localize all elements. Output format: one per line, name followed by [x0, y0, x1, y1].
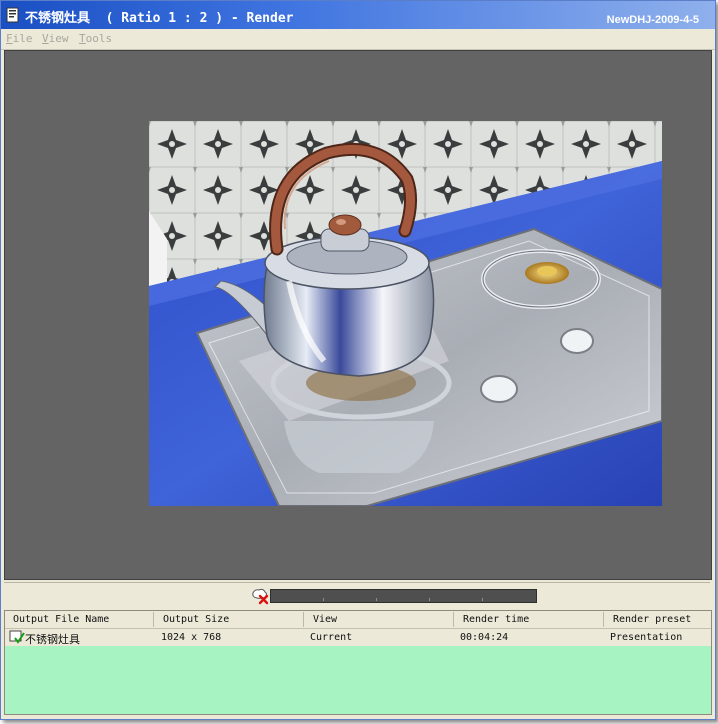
progress-fill — [271, 590, 536, 602]
cell-output-size: 1024 x 768 — [161, 632, 222, 643]
stop-render-icon[interactable] — [250, 587, 270, 605]
cell-view: Current — [310, 632, 353, 643]
render-progress-area — [4, 582, 710, 609]
menu-view[interactable]: View — [42, 32, 69, 45]
cell-file-name: 不锈钢灶具 — [25, 633, 80, 646]
render-viewport[interactable] — [4, 50, 712, 580]
cell-render-time: 00:04:24 — [460, 632, 509, 643]
column-header-time[interactable]: Render time — [463, 614, 529, 625]
render-window: 不锈钢灶具 ( Ratio 1 : 2 ) - Render NewDHJ-20… — [0, 0, 716, 720]
render-output-table: Output File Name Output Size View Render… — [4, 610, 712, 715]
menu-file[interactable]: File — [6, 32, 33, 45]
document-icon[interactable] — [6, 7, 20, 23]
table-header: Output File Name Output Size View Render… — [5, 611, 711, 629]
render-output-image — [149, 121, 662, 506]
menu-bar: File View Tools — [1, 29, 715, 50]
column-header-view[interactable]: View — [313, 614, 337, 625]
progress-bar — [270, 589, 537, 603]
column-header-file[interactable]: Output File Name — [13, 614, 109, 625]
window-title: 不锈钢灶具 ( Ratio 1 : 2 ) - Render — [25, 11, 294, 26]
title-bar[interactable]: 不锈钢灶具 ( Ratio 1 : 2 ) - Render NewDHJ-20… — [1, 1, 715, 29]
table-row[interactable]: 不锈钢灶具 1024 x 768 Current 00:04:24 Presen… — [5, 629, 711, 646]
render-complete-icon — [9, 630, 25, 644]
column-header-size[interactable]: Output Size — [163, 614, 229, 625]
column-header-preset[interactable]: Render preset — [613, 614, 691, 625]
menu-tools[interactable]: Tools — [79, 32, 112, 45]
watermark-stamp: NewDHJ-2009-4-5 — [606, 14, 699, 26]
cell-render-preset: Presentation — [610, 632, 683, 643]
